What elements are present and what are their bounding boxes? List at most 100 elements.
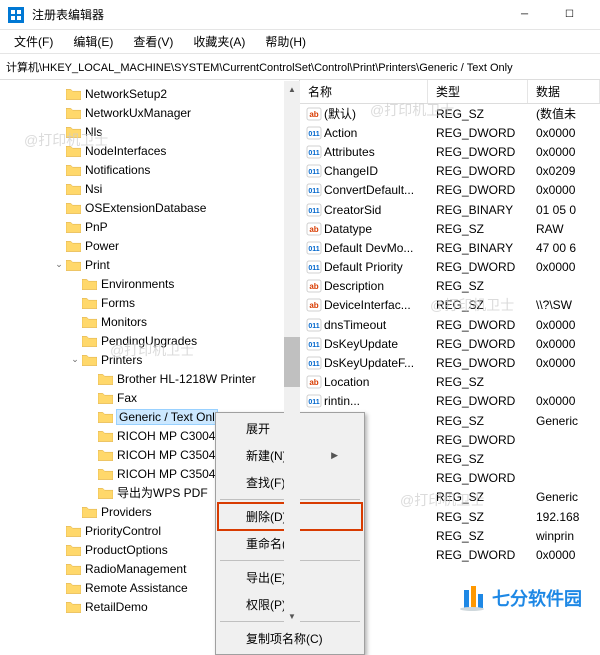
folder-icon (82, 334, 98, 348)
app-icon (8, 7, 24, 23)
col-type[interactable]: 类型 (428, 80, 528, 103)
tree-item[interactable]: ⌄ Printers (0, 350, 299, 369)
list-row[interactable]: 011CreatorSidREG_BINARY01 05 0 (300, 200, 600, 219)
tree-item[interactable]: Notifications (0, 160, 299, 179)
title-bar: 注册表编辑器 ─ ☐ (0, 0, 600, 30)
value-name: rintin... (324, 394, 428, 408)
menu-edit[interactable]: 编辑(E) (63, 31, 123, 52)
menu-help[interactable]: 帮助(H) (255, 31, 316, 52)
value-data: 0x0000 (528, 356, 600, 370)
list-row[interactable]: 011ActionREG_DWORD0x0000 (300, 123, 600, 142)
tree-item-label: Nsi (85, 182, 102, 196)
list-row[interactable]: 011Default DevMo...REG_BINARY47 00 6 (300, 238, 600, 257)
list-row[interactable]: 011ChangeIDREG_DWORD0x0209 (300, 162, 600, 181)
binary-value-icon: 011 (304, 356, 324, 370)
value-data: winprin (528, 529, 600, 543)
tree-item[interactable]: NetworkSetup2 (0, 84, 299, 103)
list-row[interactable]: 011AttributesREG_DWORD0x0000 (300, 142, 600, 161)
tree-item[interactable]: Brother HL-1218W Printer (0, 369, 299, 388)
list-row[interactable]: 011rintin...REG_DWORD0x0000 (300, 392, 600, 411)
col-data[interactable]: 数据 (528, 80, 600, 103)
value-name: Datatype (324, 222, 428, 236)
tree-item[interactable]: Fax (0, 388, 299, 407)
col-name[interactable]: 名称 (300, 80, 428, 103)
tree-item-label: Power (85, 239, 119, 253)
folder-icon (98, 372, 114, 386)
value-data: (数值未 (528, 105, 600, 122)
tree-item[interactable]: ⌄Print (0, 255, 299, 274)
value-data: Generic (528, 490, 600, 504)
svg-text:011: 011 (308, 342, 319, 349)
value-name: Location (324, 375, 428, 389)
tree-item[interactable]: Nls (0, 122, 299, 141)
tree-item[interactable]: OSExtensionDatabase (0, 198, 299, 217)
folder-icon (82, 296, 98, 310)
minimize-button[interactable]: ─ (502, 0, 547, 30)
scroll-down-icon[interactable]: ▼ (284, 608, 300, 624)
list-row[interactable]: 011DsKeyUpdateREG_DWORD0x0000 (300, 334, 600, 353)
value-data: 47 00 6 (528, 241, 600, 255)
scroll-thumb[interactable] (284, 337, 300, 387)
ctx-copykey[interactable]: 复制项名称(C) (218, 625, 362, 652)
tree-item-label: Brother HL-1218W Printer (117, 372, 256, 386)
list-row[interactable]: abLocationREG_SZ (300, 373, 600, 392)
folder-icon (82, 353, 98, 367)
value-type: REG_BINARY (428, 203, 528, 217)
value-type: REG_DWORD (428, 260, 528, 274)
value-type: REG_SZ (428, 375, 528, 389)
folder-icon (66, 258, 82, 272)
tree-item-label: Fax (117, 391, 137, 405)
tree-item[interactable]: Monitors (0, 312, 299, 331)
value-data: 192.168 (528, 510, 600, 524)
list-row[interactable]: 011dnsTimeoutREG_DWORD0x0000 (300, 315, 600, 334)
tree-item-label: Printers (101, 353, 142, 367)
value-type: REG_SZ (428, 107, 528, 121)
list-row[interactable]: abDeviceInterfac...REG_SZ\\?\SW (300, 296, 600, 315)
tree-item[interactable]: Nsi (0, 179, 299, 198)
string-value-icon: ab (304, 222, 324, 236)
tree-item[interactable]: NodeInterfaces (0, 141, 299, 160)
list-row[interactable]: abDescriptionREG_SZ (300, 277, 600, 296)
tree-item-label: OSExtensionDatabase (85, 201, 206, 215)
svg-text:011: 011 (308, 265, 319, 272)
tree-item[interactable]: PnP (0, 217, 299, 236)
value-name: Attributes (324, 145, 428, 159)
list-row[interactable]: 011DsKeyUpdateF...REG_DWORD0x0000 (300, 353, 600, 372)
value-data: 0x0000 (528, 260, 600, 274)
string-value-icon: ab (304, 375, 324, 389)
scroll-up-icon[interactable]: ▲ (284, 81, 300, 97)
address-bar[interactable]: 计算机\HKEY_LOCAL_MACHINE\SYSTEM\CurrentCon… (0, 54, 600, 80)
list-row[interactable]: ab(默认)REG_SZ(数值未 (300, 104, 600, 123)
value-name: (默认) (324, 105, 428, 122)
list-row[interactable]: 011Default PriorityREG_DWORD0x0000 (300, 258, 600, 277)
value-data: 0x0000 (528, 548, 600, 562)
maximize-button[interactable]: ☐ (547, 0, 592, 30)
value-type: REG_DWORD (428, 318, 528, 332)
tree-item[interactable]: Forms (0, 293, 299, 312)
tree-item[interactable]: NetworkUxManager (0, 103, 299, 122)
folder-icon (66, 239, 82, 253)
tree-scrollbar[interactable]: ▲ ▼ (284, 81, 300, 624)
tree-item[interactable]: Environments (0, 274, 299, 293)
menu-file[interactable]: 文件(F) (4, 31, 63, 52)
list-row[interactable]: 011ConvertDefault...REG_DWORD0x0000 (300, 181, 600, 200)
folder-icon (66, 182, 82, 196)
value-type: REG_DWORD (428, 337, 528, 351)
value-type: REG_DWORD (428, 126, 528, 140)
value-type: REG_SZ (428, 529, 528, 543)
menu-favorites[interactable]: 收藏夹(A) (183, 31, 255, 52)
chevron-down-icon[interactable]: ⌄ (52, 259, 66, 270)
value-type: REG_SZ (428, 490, 528, 504)
value-type: REG_SZ (428, 298, 528, 312)
binary-value-icon: 011 (304, 203, 324, 217)
value-data: 01 05 0 (528, 203, 600, 217)
list-row[interactable]: abDatatypeREG_SZRAW (300, 219, 600, 238)
tree-item-label: Forms (101, 296, 135, 310)
tree-item[interactable]: PendingUpgrades (0, 331, 299, 350)
chevron-down-icon[interactable]: ⌄ (68, 354, 82, 365)
value-type: REG_SZ (428, 222, 528, 236)
folder-icon (98, 410, 114, 424)
svg-text:011: 011 (308, 399, 319, 406)
menu-view[interactable]: 查看(V) (123, 31, 183, 52)
tree-item[interactable]: Power (0, 236, 299, 255)
